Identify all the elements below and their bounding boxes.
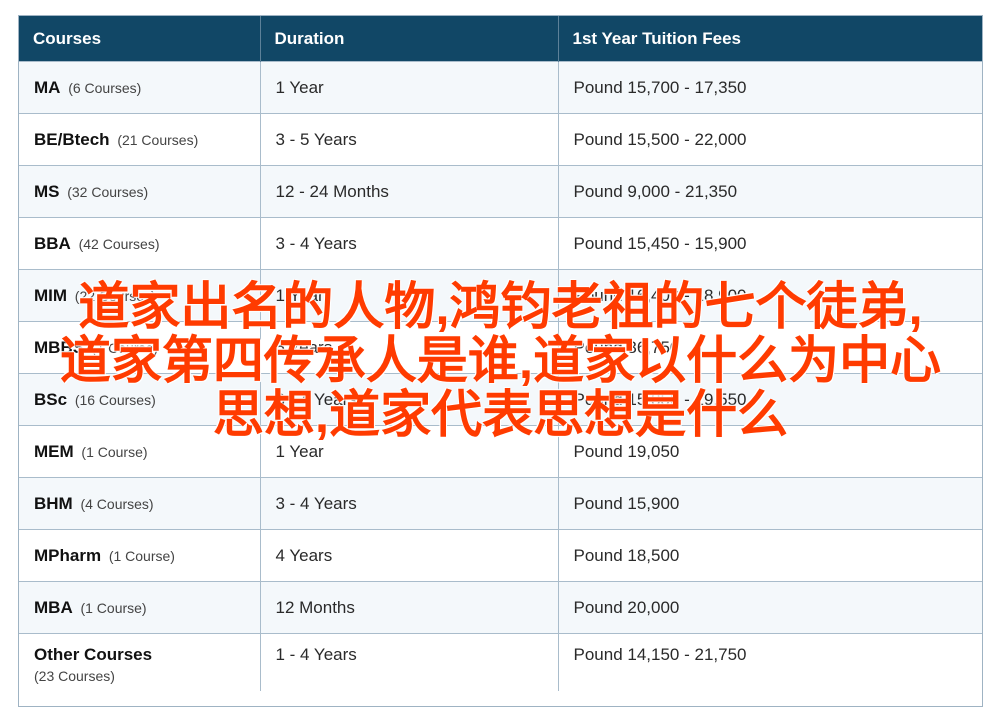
duration-cell: 1 Year bbox=[260, 269, 559, 322]
table-row: MBBS (1 Course) 5 Years Pound 36,750 bbox=[19, 321, 982, 374]
course-name[interactable]: Other Courses bbox=[34, 645, 152, 664]
table-row: Other Courses (23 Courses) 1 - 4 Years Po… bbox=[19, 633, 982, 691]
course-cell: BBA (42 Courses) bbox=[19, 217, 261, 270]
course-count: (4 Courses) bbox=[80, 495, 154, 512]
courses-table-container: Courses Duration 1st Year Tuition Fees M… bbox=[18, 15, 983, 707]
header-duration: Duration bbox=[260, 16, 559, 62]
course-count: (16 Courses) bbox=[74, 391, 156, 408]
course-name[interactable]: MA bbox=[34, 78, 60, 97]
course-cell: MS (32 Courses) bbox=[19, 165, 261, 218]
course-cell: Other Courses (23 Courses) bbox=[19, 633, 261, 691]
duration-cell: 12 Months bbox=[260, 581, 559, 634]
fees-cell: Pound 19,050 bbox=[558, 425, 982, 478]
fees-cell: Pound 36,750 bbox=[558, 321, 982, 374]
header-courses: Courses bbox=[19, 16, 261, 62]
course-name[interactable]: BBA bbox=[34, 234, 71, 253]
course-name[interactable]: BSc bbox=[34, 390, 67, 409]
duration-cell: 1 Year bbox=[260, 425, 559, 478]
course-count: (22 Courses) bbox=[74, 287, 156, 304]
table-row: MS (32 Courses) 12 - 24 Months Pound 9,0… bbox=[19, 165, 982, 218]
duration-cell: 5 Years bbox=[260, 321, 559, 374]
table-row: MA (6 Courses) 1 Year Pound 15,700 - 17,… bbox=[19, 61, 982, 114]
table-row: MEM (1 Course) 1 Year Pound 19,050 bbox=[19, 425, 982, 478]
course-cell: BSc (16 Courses) bbox=[19, 373, 261, 426]
duration-cell: 3 - 5 Years bbox=[260, 113, 559, 166]
course-cell: MBA (1 Course) bbox=[19, 581, 261, 634]
course-cell: BE/Btech (21 Courses) bbox=[19, 113, 261, 166]
fees-cell: Pound 20,000 bbox=[558, 581, 982, 634]
table-row: BSc (16 Courses) 3 - 4 Years Pound 15,85… bbox=[19, 373, 982, 426]
duration-cell: 1 - 4 Years bbox=[260, 633, 559, 691]
table-row: BE/Btech (21 Courses) 3 - 5 Years Pound … bbox=[19, 113, 982, 166]
fees-cell: Pound 15,450 - 15,900 bbox=[558, 217, 982, 270]
table-row: MIM (22 Courses) 1 Year Pound 16,400 - 1… bbox=[19, 269, 982, 322]
fees-cell: Pound 9,000 - 21,350 bbox=[558, 165, 982, 218]
course-name[interactable]: MIM bbox=[34, 286, 67, 305]
course-name[interactable]: MEM bbox=[34, 442, 74, 461]
fees-cell: Pound 14,150 - 21,750 bbox=[558, 633, 982, 691]
course-name[interactable]: BE/Btech bbox=[34, 130, 110, 149]
course-cell: MBBS (1 Course) bbox=[19, 321, 261, 374]
course-name[interactable]: MS bbox=[34, 182, 60, 201]
course-count: (1 Course) bbox=[108, 547, 175, 564]
fees-cell: Pound 15,850 - 19,550 bbox=[558, 373, 982, 426]
fees-cell: Pound 16,400 - 18,900 bbox=[558, 269, 982, 322]
header-row: Courses Duration 1st Year Tuition Fees bbox=[19, 16, 982, 62]
duration-cell: 3 - 4 Years bbox=[260, 373, 559, 426]
courses-table: Courses Duration 1st Year Tuition Fees M… bbox=[19, 16, 982, 691]
course-count: (21 Courses) bbox=[117, 131, 199, 148]
fees-cell: Pound 15,700 - 17,350 bbox=[558, 61, 982, 114]
table-row: MBA (1 Course) 12 Months Pound 20,000 bbox=[19, 581, 982, 634]
course-count: (1 Course) bbox=[81, 443, 148, 460]
duration-cell: 12 - 24 Months bbox=[260, 165, 559, 218]
course-cell: MIM (22 Courses) bbox=[19, 269, 261, 322]
fees-cell: Pound 15,500 - 22,000 bbox=[558, 113, 982, 166]
table-body: MA (6 Courses) 1 Year Pound 15,700 - 17,… bbox=[19, 61, 982, 691]
course-count: (6 Courses) bbox=[68, 79, 142, 96]
course-name[interactable]: MPharm bbox=[34, 546, 101, 565]
duration-cell: 4 Years bbox=[260, 529, 559, 582]
course-name[interactable]: BHM bbox=[34, 494, 73, 513]
course-count: (32 Courses) bbox=[67, 183, 149, 200]
fees-cell: Pound 15,900 bbox=[558, 477, 982, 530]
course-name[interactable]: MBBS bbox=[34, 338, 84, 357]
course-count: (1 Course) bbox=[91, 339, 158, 356]
course-name[interactable]: MBA bbox=[34, 598, 73, 617]
course-count: (1 Course) bbox=[80, 599, 147, 616]
duration-cell: 3 - 4 Years bbox=[260, 477, 559, 530]
course-cell: MEM (1 Course) bbox=[19, 425, 261, 478]
table-row: BBA (42 Courses) 3 - 4 Years Pound 15,45… bbox=[19, 217, 982, 270]
course-count: (23 Courses) bbox=[34, 668, 115, 684]
table-header: Courses Duration 1st Year Tuition Fees bbox=[19, 16, 982, 62]
duration-cell: 3 - 4 Years bbox=[260, 217, 559, 270]
table-row: BHM (4 Courses) 3 - 4 Years Pound 15,900 bbox=[19, 477, 982, 530]
course-count: (42 Courses) bbox=[78, 235, 160, 252]
duration-cell: 1 Year bbox=[260, 61, 559, 114]
course-cell: MA (6 Courses) bbox=[19, 61, 261, 114]
table-row: MPharm (1 Course) 4 Years Pound 18,500 bbox=[19, 529, 982, 582]
fees-cell: Pound 18,500 bbox=[558, 529, 982, 582]
course-cell: MPharm (1 Course) bbox=[19, 529, 261, 582]
course-cell: BHM (4 Courses) bbox=[19, 477, 261, 530]
header-fees: 1st Year Tuition Fees bbox=[558, 16, 982, 62]
